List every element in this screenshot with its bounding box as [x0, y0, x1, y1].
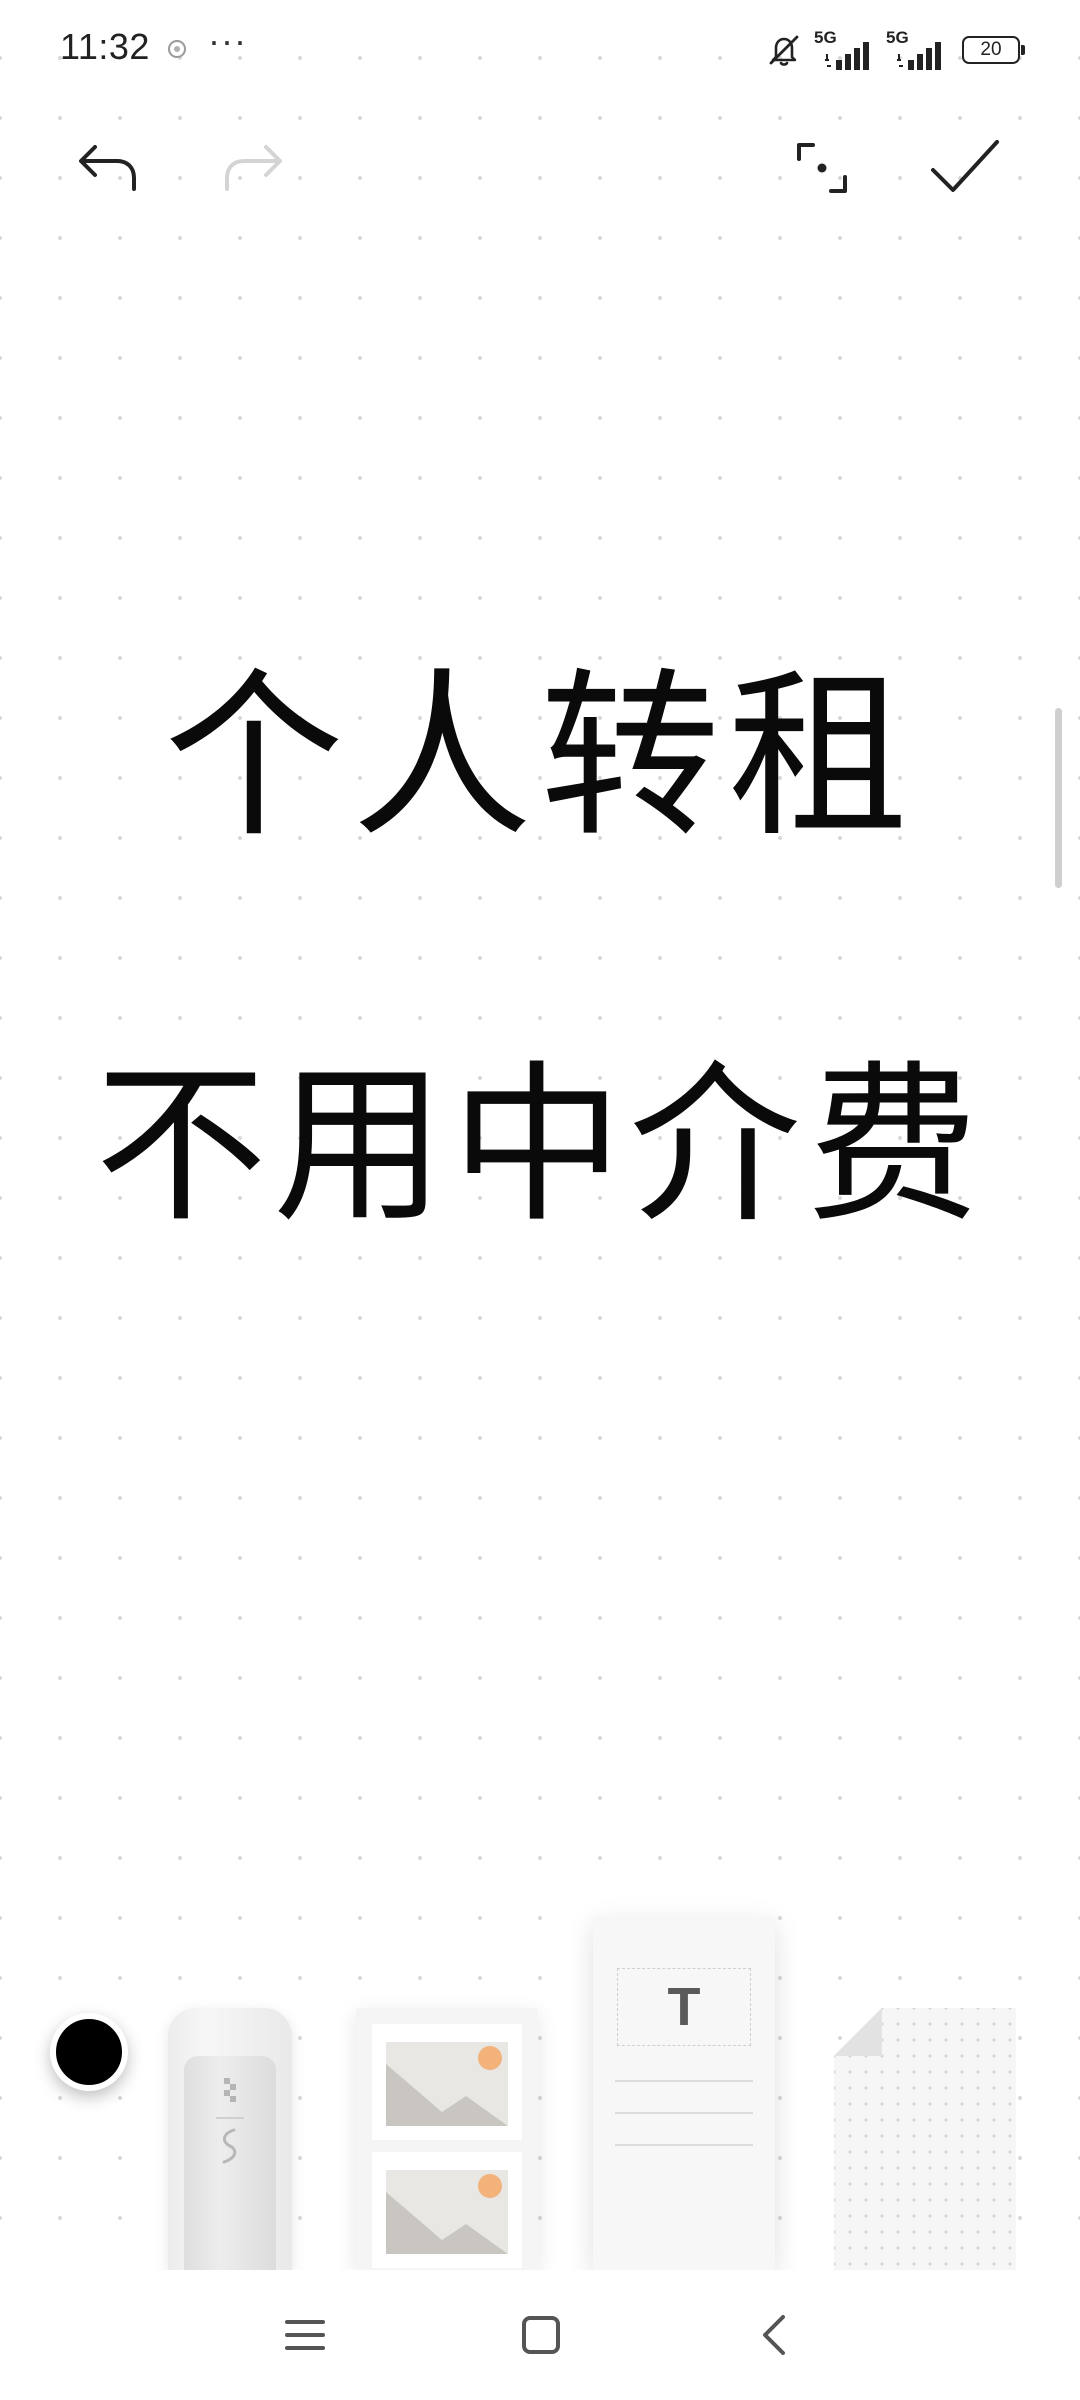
redo-icon: [225, 145, 282, 191]
battery-icon: 20: [962, 36, 1025, 64]
image-icon: [386, 2042, 508, 2126]
battery-level: 20: [980, 39, 1002, 60]
text-line-placeholder: [615, 2144, 753, 2146]
status-indicators: 5G 5G 20: [764, 28, 1025, 72]
image-icon: [386, 2170, 508, 2254]
text-line-placeholder: [615, 2080, 753, 2082]
undo-icon: [79, 145, 136, 191]
status-bar: 11:32 ··· 5G 5G 20: [0, 0, 1080, 100]
image-placeholder: [372, 2024, 522, 2140]
image-placeholder: [372, 2152, 522, 2268]
undo-button[interactable]: [58, 118, 158, 218]
fullscreen-icon: [797, 143, 847, 193]
status-time: 11:32: [60, 26, 150, 67]
text-line-placeholder: [615, 2112, 753, 2114]
notification-app-icon: [168, 40, 186, 58]
scrollbar-thumb[interactable]: [1055, 708, 1062, 888]
signal-bars-icon: [825, 42, 869, 70]
pen-tool[interactable]: [168, 2008, 292, 2270]
redo-button[interactable]: [203, 118, 303, 218]
back-button[interactable]: [740, 2300, 810, 2370]
note-text-line-2[interactable]: 不用中介费: [0, 1005, 1080, 1255]
home-button[interactable]: [506, 2300, 576, 2370]
signal-sim-1: 5G: [814, 28, 876, 72]
text-template-card[interactable]: T: [593, 1916, 775, 2270]
signal-bars-icon: [897, 42, 941, 70]
back-chevron-icon: [763, 2315, 785, 2355]
text-box-placeholder: T: [617, 1968, 751, 2046]
color-picker-button[interactable]: [50, 2013, 128, 2091]
status-more-icon: ···: [208, 20, 247, 61]
home-square-icon: [522, 2316, 560, 2354]
pen-tool-body: [184, 2056, 276, 2270]
system-nav-bar: [0, 2270, 1080, 2400]
checkmark-icon: [931, 140, 999, 192]
done-button[interactable]: [915, 118, 1015, 218]
pen-pattern-icon: [216, 2078, 244, 2164]
text-letter-icon: T: [667, 1977, 701, 2037]
signal-sim-2: 5G: [886, 28, 948, 72]
image-template-card[interactable]: [356, 2008, 538, 2270]
recent-apps-button[interactable]: [270, 2300, 340, 2370]
menu-icon: [285, 2320, 325, 2350]
fullscreen-button[interactable]: [772, 118, 872, 218]
page-fold-corner: [834, 2008, 882, 2056]
note-text-line-1[interactable]: 个人转租: [0, 610, 1080, 871]
mute-bell-icon: [769, 35, 799, 66]
